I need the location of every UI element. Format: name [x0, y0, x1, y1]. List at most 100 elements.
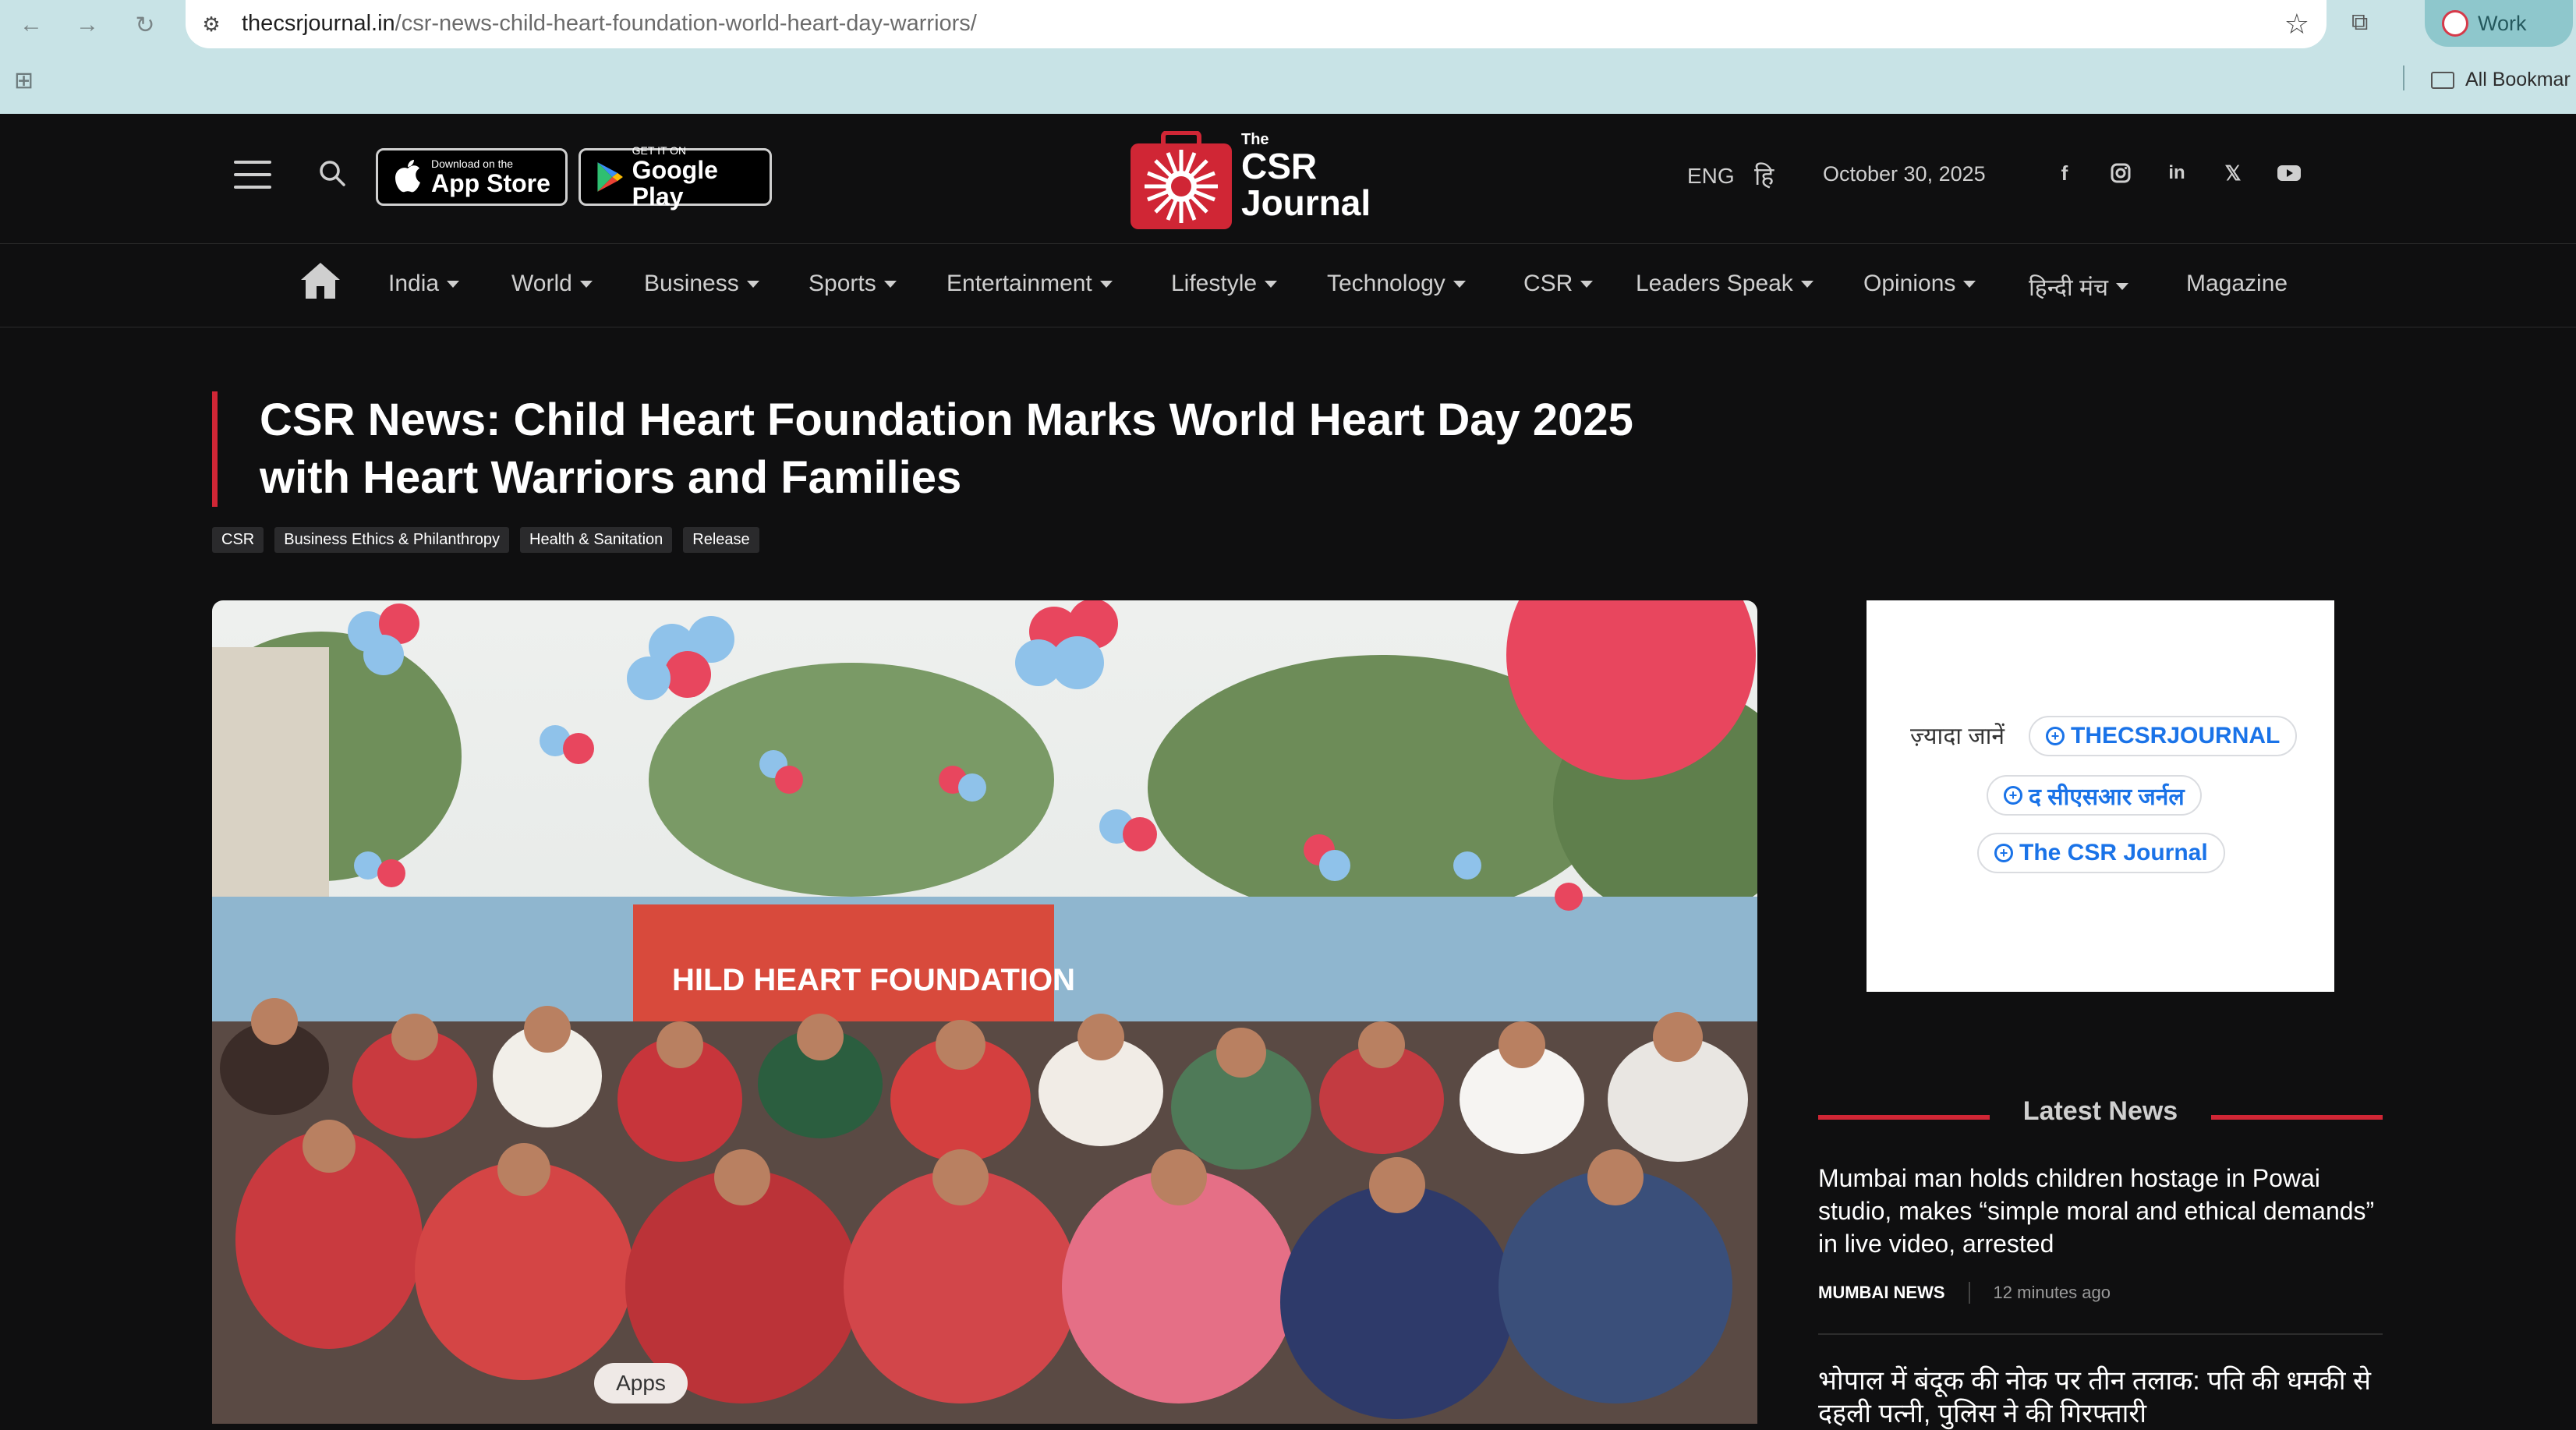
google-play-icon	[597, 162, 623, 192]
facebook-icon[interactable]: f	[2051, 159, 2079, 187]
article-title: CSR News: Child Heart Foundation Marks W…	[260, 391, 1693, 507]
apple-icon	[395, 160, 420, 193]
plus-circle-icon: +	[2046, 727, 2065, 745]
main-navigation: India World Business Sports Entertainmen…	[0, 243, 2576, 327]
language-selector[interactable]: ENG	[1687, 164, 1735, 189]
menu-label: Leaders Speak	[1636, 271, 1793, 296]
youtube-icon[interactable]	[2275, 159, 2303, 187]
hero-photo: HILD HEART FOUNDATION	[212, 600, 1757, 1424]
menu-item-leaders-speak[interactable]: Leaders Speak	[1636, 271, 1813, 297]
logo-journal: Journal	[1241, 182, 1371, 223]
folder-icon	[2431, 71, 2454, 89]
ad-pill-csr-journal[interactable]: + The CSR Journal	[1977, 833, 2225, 873]
menu-item-opinions[interactable]: Opinions	[1863, 271, 1976, 297]
ad-pill-hindi[interactable]: + द सीएसआर जर्नल	[1987, 775, 2202, 816]
tag-business-ethics[interactable]: Business Ethics & Philanthropy	[274, 527, 510, 553]
avatar	[2442, 10, 2468, 37]
menu-label: Opinions	[1863, 271, 1956, 296]
caret-down-icon	[1265, 280, 1278, 288]
menu-item-world[interactable]: World	[511, 271, 593, 297]
news-item-title-2[interactable]: भोपाल में बंदूक की नोक पर तीन तलाक: पति …	[1818, 1365, 2387, 1430]
menu-label: Sports	[809, 271, 876, 296]
menu-label: Technology	[1327, 271, 1445, 296]
hamburger-menu-icon[interactable]	[234, 161, 271, 189]
menu-item-hindi-manch[interactable]: हिन्दी मंच	[2029, 271, 2128, 303]
latest-news-title: Latest News	[2022, 1096, 2178, 1126]
home-icon[interactable]	[299, 261, 341, 300]
article-title-line2: with Heart Warriors and Families	[260, 452, 962, 503]
menu-item-sports[interactable]: Sports	[809, 271, 897, 297]
instagram-icon[interactable]	[2107, 159, 2135, 187]
meta-divider	[1968, 1282, 1970, 1304]
site-header: Download on the App Store GET IT ON Goog…	[0, 114, 2576, 243]
back-icon[interactable]: ←	[16, 9, 47, 41]
google-play-large: Google Play	[632, 156, 718, 211]
menu-label: Lifestyle	[1171, 271, 1258, 296]
all-bookmarks-label: All Bookmar	[2465, 69, 2571, 90]
menu-label: हिन्दी मंच	[2029, 275, 2108, 301]
address-bar[interactable]: ⚙ thecsrjournal.in/csr-news-child-heart-…	[186, 0, 2327, 48]
latest-news-heading: Latest News	[1818, 1096, 2383, 1143]
caret-down-icon	[1800, 280, 1813, 288]
app-store-badge[interactable]: Download on the App Store	[376, 148, 568, 206]
caret-down-icon	[579, 280, 593, 288]
reload-icon[interactable]: ↻	[129, 9, 161, 41]
article-tags: CSR Business Ethics & Philanthropy Healt…	[212, 527, 759, 553]
ad-pill-label: The CSR Journal	[2019, 840, 2208, 865]
menu-item-csr[interactable]: CSR	[1523, 271, 1594, 297]
news-item-title[interactable]: Mumbai man holds children hostage in Pow…	[1818, 1162, 2387, 1260]
extensions-icon[interactable]: ⧉	[2351, 9, 2368, 36]
profile-label: Work	[2478, 11, 2527, 35]
search-icon[interactable]	[317, 158, 348, 189]
bookmark-star-icon[interactable]: ☆	[2284, 8, 2309, 41]
plus-circle-icon: +	[2004, 786, 2022, 805]
menu-item-india[interactable]: India	[388, 271, 460, 297]
ad-pill-thecsrjournal[interactable]: + THECSRJOURNAL	[2029, 716, 2298, 756]
site-logo[interactable]: The CSR Journal	[1129, 130, 1402, 231]
profile-button[interactable]: Work	[2425, 0, 2573, 47]
linkedin-icon[interactable]: in	[2163, 159, 2191, 187]
caret-down-icon	[1580, 280, 1594, 288]
plus-circle-icon: +	[1994, 844, 2013, 862]
menu-item-technology[interactable]: Technology	[1327, 271, 1466, 297]
browser-chrome: ← → ↻ ⚙ thecsrjournal.in/csr-news-child-…	[0, 0, 2576, 114]
header-date: October 30, 2025	[1823, 162, 1986, 186]
article-title-block: CSR News: Child Heart Foundation Marks W…	[212, 391, 1693, 507]
url-text[interactable]: thecsrjournal.in/csr-news-child-heart-fo…	[242, 11, 977, 37]
tag-csr[interactable]: CSR	[212, 527, 264, 553]
apps-chip[interactable]: Apps	[594, 1363, 688, 1403]
hero-banner-text: HILD HEART FOUNDATION	[672, 963, 1075, 997]
ad-pill-label: THECSRJOURNAL	[2071, 723, 2281, 749]
tag-health-sanitation[interactable]: Health & Sanitation	[520, 527, 673, 553]
caret-down-icon	[447, 280, 460, 288]
tag-release[interactable]: Release	[683, 527, 759, 553]
menu-label: Entertainment	[947, 271, 1092, 296]
caret-down-icon	[2116, 283, 2128, 290]
menu-label: World	[511, 271, 572, 296]
news-item-meta: MUMBAI NEWS 12 minutes ago	[1818, 1282, 2111, 1304]
news-time: 12 minutes ago	[1993, 1283, 2111, 1302]
menu-label: Magazine	[2186, 271, 2288, 296]
menu-item-lifestyle[interactable]: Lifestyle	[1171, 271, 1278, 297]
url-path: /csr-news-child-heart-foundation-world-h…	[395, 11, 977, 36]
caret-down-icon	[746, 280, 759, 288]
menu-item-magazine[interactable]: Magazine	[2186, 271, 2288, 297]
apps-grid-icon[interactable]: ⊞	[14, 67, 34, 94]
url-host: thecsrjournal.in	[242, 11, 395, 36]
menu-item-entertainment[interactable]: Entertainment	[947, 271, 1113, 297]
menu-label: India	[388, 271, 440, 296]
site-info-icon[interactable]: ⚙	[196, 9, 226, 39]
menu-item-business[interactable]: Business	[644, 271, 759, 297]
csr-journal-logo-icon	[1131, 130, 1232, 229]
x-icon[interactable]: 𝕏	[2219, 159, 2247, 187]
news-category[interactable]: MUMBAI NEWS	[1818, 1283, 1945, 1303]
hero-image[interactable]: HILD HEART FOUNDATION	[212, 600, 1757, 1424]
all-bookmarks-button[interactable]: All Bookmar	[2431, 69, 2571, 91]
ad-lead-text: ज़्यादा जानें	[1910, 724, 2005, 749]
forward-icon[interactable]: →	[72, 9, 103, 41]
caret-down-icon	[1453, 280, 1466, 288]
hindi-toggle[interactable]: हि	[1754, 159, 1774, 193]
menu-label: CSR	[1523, 271, 1573, 296]
google-play-badge[interactable]: GET IT ON Google Play	[579, 144, 772, 210]
bookmarks-divider	[2403, 65, 2404, 90]
